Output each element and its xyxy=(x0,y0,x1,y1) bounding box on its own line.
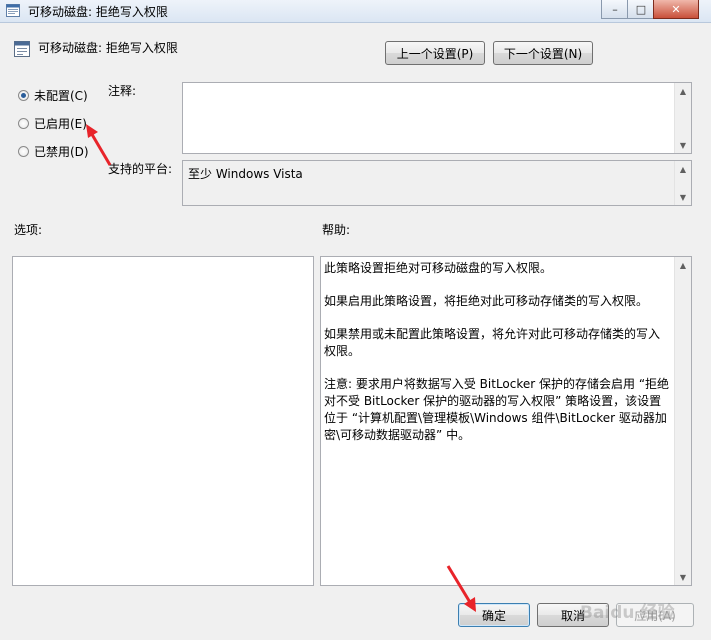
scroll-up-icon[interactable]: ▲ xyxy=(675,161,691,177)
radio-button-checked[interactable] xyxy=(18,90,29,101)
help-label: 帮助: xyxy=(322,223,351,237)
annotation-arrow-icon xyxy=(446,565,476,612)
policy-app-icon xyxy=(6,4,20,17)
scroll-down-icon[interactable]: ▼ xyxy=(675,137,691,153)
radio-not-configured[interactable]: 未配置(C) xyxy=(18,87,88,104)
platform-field: 至少 Windows Vista ▲ ▼ xyxy=(182,160,692,206)
radio-enabled[interactable]: 已启用(E) xyxy=(18,115,87,132)
help-paragraph: 此策略设置拒绝对可移动磁盘的写入权限。 xyxy=(324,261,553,275)
comment-scrollbar[interactable]: ▲ ▼ xyxy=(674,83,691,153)
scroll-up-icon[interactable]: ▲ xyxy=(675,83,691,99)
options-pane xyxy=(12,256,314,586)
help-paragraph: 如果启用此策略设置，将拒绝对此可移动存储类的写入权限。 xyxy=(324,294,649,308)
radio-disabled[interactable]: 已禁用(D) xyxy=(18,143,89,160)
setting-title: 可移动磁盘: 拒绝写入权限 xyxy=(38,41,178,55)
minimize-button[interactable]: – xyxy=(601,0,629,19)
comment-label: 注释: xyxy=(108,84,137,98)
policy-setting-icon xyxy=(14,41,30,57)
comment-textarea[interactable]: ▲ ▼ xyxy=(182,82,692,154)
scroll-down-icon[interactable]: ▼ xyxy=(675,569,691,585)
annotation-arrow-icon xyxy=(86,124,112,166)
scroll-down-icon[interactable]: ▼ xyxy=(675,189,691,205)
help-text: 此策略设置拒绝对可移动磁盘的写入权限。 如果启用此策略设置，将拒绝对此可移动存储… xyxy=(324,260,671,460)
scroll-up-icon[interactable]: ▲ xyxy=(675,257,691,273)
watermark-logo: Baidu 经验 xyxy=(580,603,675,623)
maximize-button[interactable]: □ xyxy=(627,0,655,19)
title-bar: 可移动磁盘: 拒绝写入权限 – □ ✕ xyxy=(0,0,711,23)
platform-label: 支持的平台: xyxy=(108,162,173,176)
help-pane: 此策略设置拒绝对可移动磁盘的写入权限。 如果启用此策略设置，将拒绝对此可移动存储… xyxy=(320,256,692,586)
radio-button[interactable] xyxy=(18,146,29,157)
close-button[interactable]: ✕ xyxy=(653,0,699,19)
radio-button[interactable] xyxy=(18,118,29,129)
next-setting-button[interactable]: 下一个设置(N) xyxy=(493,41,593,65)
help-scrollbar[interactable]: ▲ ▼ xyxy=(674,257,691,585)
platform-scrollbar[interactable]: ▲ ▼ xyxy=(674,161,691,205)
window-title: 可移动磁盘: 拒绝写入权限 xyxy=(28,5,168,19)
options-label: 选项: xyxy=(14,223,43,237)
dialog-body: 可移动磁盘: 拒绝写入权限 上一个设置(P) 下一个设置(N) 未配置(C) 已… xyxy=(0,23,711,640)
platform-value: 至少 Windows Vista xyxy=(188,167,303,181)
help-paragraph: 如果禁用或未配置此策略设置，将允许对此可移动存储类的写入权限。 xyxy=(324,327,661,358)
help-paragraph: 注意: 要求用户将数据写入受 BitLocker 保护的存储会启用 “拒绝对不受… xyxy=(324,377,670,442)
previous-setting-button[interactable]: 上一个设置(P) xyxy=(385,41,485,65)
